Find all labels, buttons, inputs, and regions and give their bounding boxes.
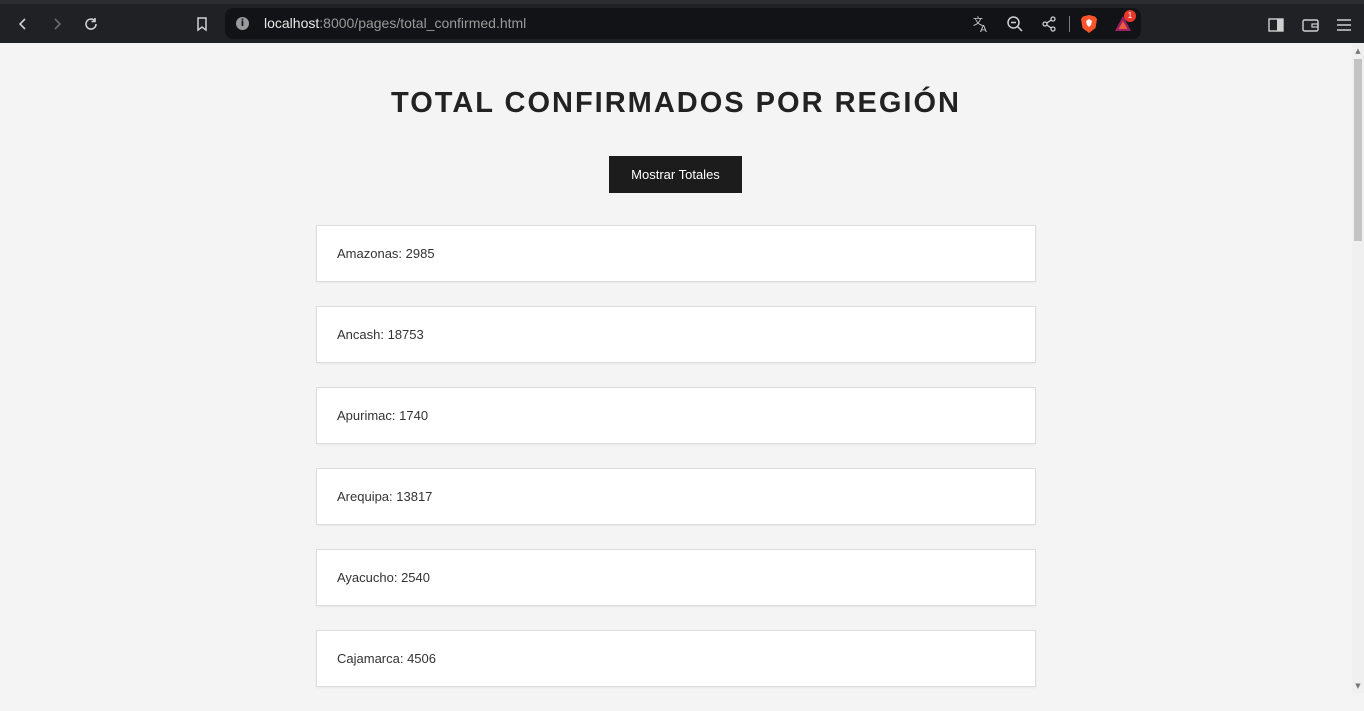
region-item: Arequipa: 13817: [316, 468, 1036, 525]
reload-icon[interactable]: [77, 10, 105, 38]
url-path: :8000/pages/total_confirmed.html: [319, 15, 527, 31]
brave-shields-icon[interactable]: [1080, 14, 1098, 34]
region-item: Cajamarca: 4506: [316, 630, 1036, 687]
scroll-up-icon[interactable]: ▲: [1352, 46, 1364, 56]
translate-icon[interactable]: 文A: [971, 14, 991, 34]
region-list: Amazonas: 2985 Ancash: 18753 Apurimac: 1…: [316, 225, 1036, 711]
sidebar-toggle-icon[interactable]: [1265, 14, 1287, 36]
forward-icon[interactable]: [43, 10, 71, 38]
page-content: TOTAL CONFIRMADOS POR REGIÓN Mostrar Tot…: [0, 43, 1352, 693]
notification-badge: 1: [1124, 10, 1136, 22]
show-totals-button[interactable]: Mostrar Totales: [609, 156, 742, 193]
region-item: Apurimac: 1740: [316, 387, 1036, 444]
back-icon[interactable]: [9, 10, 37, 38]
address-bar[interactable]: i localhost:8000/pages/total_confirmed.h…: [225, 8, 1141, 39]
bookmark-icon[interactable]: [188, 10, 216, 38]
scrollbar-thumb[interactable]: [1354, 59, 1362, 241]
region-item: Amazonas: 2985: [316, 225, 1036, 282]
browser-toolbar: i localhost:8000/pages/total_confirmed.h…: [0, 0, 1364, 43]
url-text[interactable]: localhost:8000/pages/total_confirmed.htm…: [264, 15, 526, 31]
url-host: localhost: [264, 15, 320, 31]
page-title: TOTAL CONFIRMADOS POR REGIÓN: [391, 87, 961, 119]
region-item: Ayacucho: 2540: [316, 549, 1036, 606]
region-item: Ancash: 18753: [316, 306, 1036, 363]
zoom-out-icon[interactable]: [1005, 14, 1025, 34]
site-info-icon[interactable]: i: [236, 17, 249, 30]
menu-icon[interactable]: [1333, 14, 1355, 36]
toolbar-divider: [1069, 16, 1070, 32]
wallet-icon[interactable]: [1299, 14, 1321, 36]
svg-text:A: A: [980, 24, 987, 33]
scroll-down-icon[interactable]: ▼: [1352, 681, 1364, 691]
share-icon[interactable]: [1039, 14, 1059, 34]
page-scrollbar[interactable]: ▲ ▼: [1352, 43, 1364, 693]
